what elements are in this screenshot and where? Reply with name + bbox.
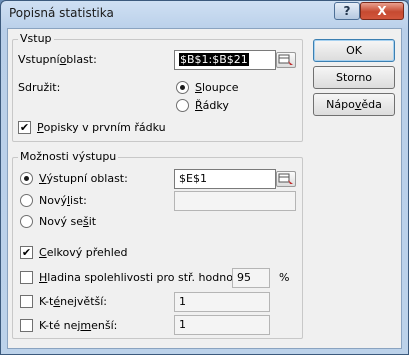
checkbox-indicator [20,295,33,308]
range-select-icon [278,173,293,184]
label-hotkey: o [59,53,67,66]
checkbox-indicator: ✔ [20,246,33,259]
label-part: loupce [201,81,239,94]
label-part: ist: [70,194,87,207]
label-part: elkový přehled [46,246,128,259]
radio-new-workbook[interactable]: Nový se š it [20,215,96,228]
summary-checkbox[interactable]: ✔ Celkový přehled [20,246,128,259]
input-group-legend: Vstup [18,32,54,45]
kth-largest-value: 1 [179,295,186,308]
radio-new-sheet-indicator [20,194,33,207]
label-part: ýstupní oblast: [46,172,128,185]
label-part: enší: [91,319,118,332]
label-part: Nápo [326,98,355,111]
checkbox-indicator: ✔ [18,121,31,134]
radio-output-range-indicator [20,172,33,185]
input-range-label: Vstupní o blast: [18,53,97,66]
label-hotkey: é [53,295,61,308]
range-select-icon [278,54,293,65]
radio-columns[interactable]: Sloupce [176,81,239,94]
confidence-checkbox[interactable]: Hladina spolehlivosti pro stř. hodnotu: [20,271,248,284]
labels-first-row-checkbox[interactable]: ✔ Popisky v prvním řádku [18,121,166,134]
help-button[interactable]: Nápo v ěda [313,93,395,116]
cancel-button[interactable]: Storno [313,66,395,89]
output-range-field[interactable]: $E$1 [174,169,276,189]
radio-new-workbook-indicator [20,215,33,228]
checkbox-indicator [20,319,33,332]
label-hotkey: S [195,81,202,94]
kth-smallest-field[interactable]: 1 [174,315,270,335]
output-group-legend: Možnosti výstupu [18,150,119,163]
input-range-value: $B$1:$B$21 [179,53,249,66]
label-part: největší: [60,295,108,308]
label-hotkey: P [37,121,44,134]
kth-smallest-value: 1 [179,318,186,331]
kth-largest-checkbox[interactable]: K-t é největší: [20,295,107,308]
label-part: Nový [39,194,67,207]
output-range-collapse-button[interactable] [276,171,296,187]
label-hotkey: m [80,319,92,332]
label-part: ladina spolehlivosti pro stř. hodnotu: [47,271,248,284]
label-part: Nový se [39,215,83,228]
new-sheet-field[interactable] [174,191,296,211]
title-bar[interactable]: Popisná statistika ? X [1,1,408,25]
radio-output-range[interactable]: Výstupní oblast: [20,172,128,185]
label-part: it [88,215,97,228]
output-range-value: $E$1 [179,172,207,185]
label-part: ádky [202,99,229,112]
input-range-field[interactable]: $B$1:$B$21 [174,50,276,70]
percent-label: % [279,271,290,284]
ok-button[interactable]: OK [313,39,395,62]
input-range-collapse-button[interactable] [276,52,296,68]
label-part: K-té nej [39,319,81,332]
confidence-field[interactable]: 95 [232,268,270,288]
dialog-client: Vstup Vstupní o blast: $B$1:$B$21 Sdružit… [7,28,402,349]
label-part: blast: [66,53,97,66]
kth-largest-field[interactable]: 1 [174,292,270,312]
label-part: ěda [361,98,382,111]
confidence-value: 95 [237,271,251,284]
radio-columns-indicator [176,81,189,94]
label-part: K-t [39,295,54,308]
radio-rows-indicator [176,99,189,112]
label-hotkey: H [39,271,48,284]
help-icon[interactable]: ? [334,2,360,20]
dialog-window: Popisná statistika ? X Vstup Vstupní o bl… [0,0,409,355]
close-icon[interactable]: X [360,2,404,20]
radio-rows[interactable]: Řádky [176,99,229,112]
radio-new-sheet[interactable]: Nový l ist: [20,194,87,207]
label-hotkey: V [39,172,47,185]
output-group: Možnosti výstupu Výstupní oblast: $E$1 N… [12,150,303,339]
dialog-title: Popisná statistika [9,6,114,20]
label-part: Vstupní [18,53,60,66]
checkbox-indicator [20,271,33,284]
input-group: Vstup Vstupní o blast: $B$1:$B$21 Sdružit… [12,32,303,142]
kth-smallest-checkbox[interactable]: K-té nej m enší: [20,319,117,332]
label-part: opisky v prvním řádku [43,121,166,134]
group-by-label: Sdružit: [18,81,61,94]
label-hotkey: Ř [195,99,203,112]
label-hotkey: C [39,246,47,259]
